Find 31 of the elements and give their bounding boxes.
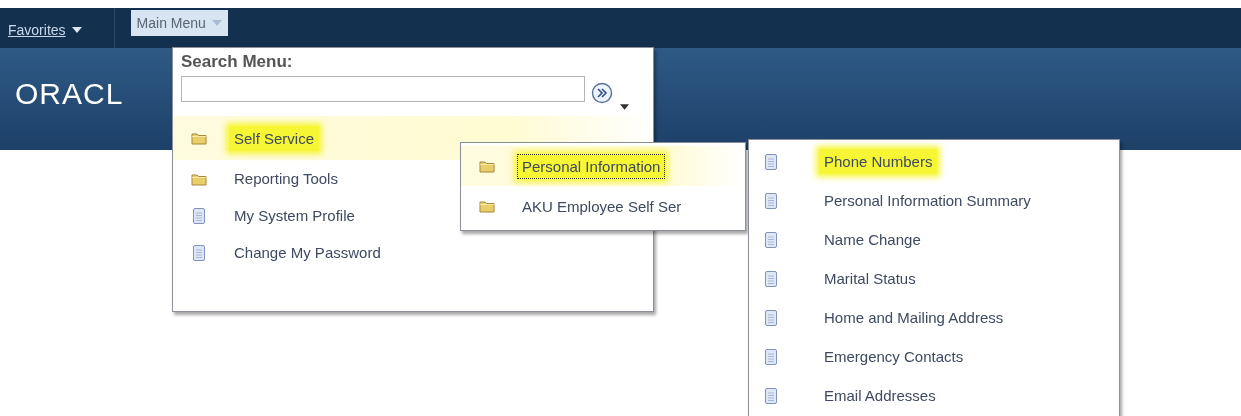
document-icon — [763, 348, 779, 365]
menu-item[interactable]: Personal Information Summary — [749, 181, 1119, 220]
menu-item[interactable]: Change My Password — [173, 234, 653, 271]
document-icon — [763, 309, 779, 326]
folder-icon — [479, 198, 495, 214]
expand-arrow-icon[interactable] — [620, 104, 629, 110]
oracle-logo: ORACL — [15, 77, 124, 111]
menu-item[interactable]: Email Addresses — [749, 376, 1119, 415]
folder-icon — [191, 130, 207, 146]
menu-item[interactable]: Name Change — [749, 220, 1119, 259]
search-go-icon[interactable] — [591, 82, 613, 104]
dropdown-arrow-icon — [211, 20, 222, 26]
menu-item[interactable]: Phone Numbers — [749, 142, 1119, 181]
document-icon — [763, 231, 779, 248]
menu-item[interactable]: Home and Mailing Address — [749, 298, 1119, 337]
main-menu-tab[interactable]: Main Menu — [130, 10, 228, 36]
document-icon — [191, 207, 207, 224]
document-icon — [763, 270, 779, 287]
dropdown-arrow-icon — [71, 27, 82, 33]
folder-icon — [479, 158, 495, 174]
search-field[interactable] — [181, 76, 585, 102]
document-icon — [763, 387, 779, 404]
menu-item[interactable]: Marital Status — [749, 259, 1119, 298]
menu-item[interactable]: AKU Employee Self Ser — [461, 186, 745, 226]
document-icon — [191, 244, 207, 261]
document-icon — [763, 153, 779, 170]
menu-item[interactable]: Personal Information — [461, 146, 745, 186]
favorites-menu[interactable]: Favorites — [0, 10, 90, 40]
document-icon — [763, 192, 779, 209]
search-menu-label: Search Menu: — [181, 52, 294, 72]
menu-item[interactable]: Emergency Contacts — [749, 337, 1119, 376]
